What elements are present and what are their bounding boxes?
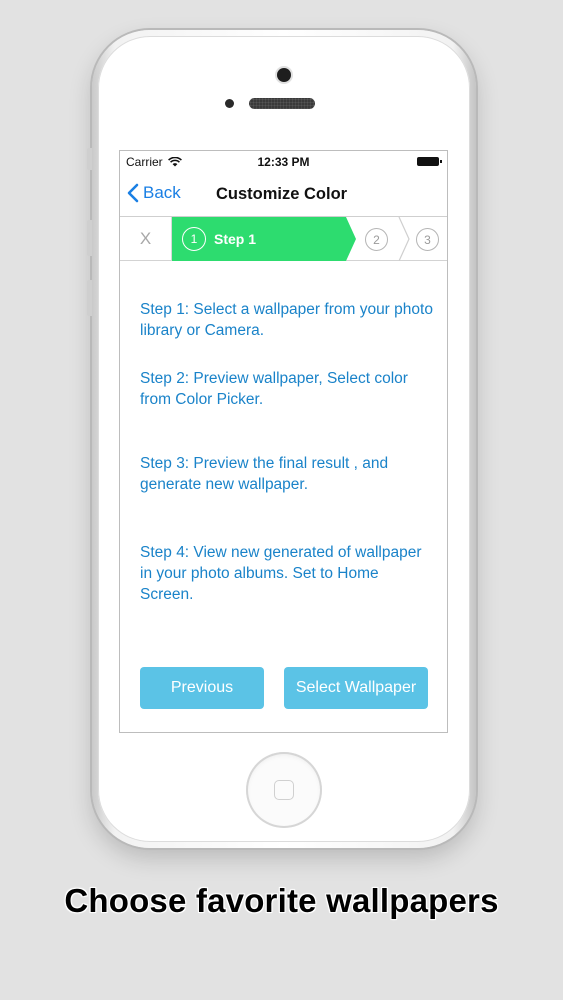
instruction-step-4: Step 4: View new generated of wallpaper … bbox=[140, 544, 422, 603]
app-store-screenshot: Carrier 12:33 PM Back Customize Color X … bbox=[0, 0, 563, 1000]
volume-down-button bbox=[87, 280, 92, 316]
chevron-left-icon bbox=[127, 183, 139, 203]
volume-up-button bbox=[87, 220, 92, 256]
active-step-content: 1 Step 1 bbox=[182, 227, 256, 251]
previous-button[interactable]: Previous bbox=[140, 667, 264, 709]
instruction-step-1: Step 1: Select a wallpaper from your pho… bbox=[140, 301, 433, 339]
home-button bbox=[246, 752, 322, 828]
step-chevron-icon bbox=[398, 217, 410, 261]
home-square-icon bbox=[274, 780, 294, 800]
step-3-indicator[interactable]: 3 bbox=[416, 228, 439, 251]
phone-screen: Carrier 12:33 PM Back Customize Color X … bbox=[119, 150, 448, 733]
instruction-step-2: Step 2: Preview wallpaper, Select color … bbox=[140, 370, 408, 408]
battery-icon bbox=[417, 157, 442, 166]
navigation-bar: Back Customize Color bbox=[120, 172, 447, 217]
status-bar: Carrier 12:33 PM bbox=[120, 151, 447, 172]
select-wallpaper-button[interactable]: Select Wallpaper bbox=[284, 667, 428, 709]
step-indicator: X 1 Step 1 2 3 bbox=[120, 217, 447, 261]
page-title: Customize Color bbox=[216, 185, 348, 203]
step-1-active[interactable]: 1 Step 1 bbox=[172, 217, 356, 261]
step-2-indicator[interactable]: 2 bbox=[365, 228, 388, 251]
front-camera bbox=[277, 68, 291, 82]
back-button[interactable]: Back bbox=[127, 183, 181, 203]
step-1-number: 1 bbox=[182, 227, 206, 251]
instruction-step-3: Step 3: Preview the final result , and g… bbox=[140, 455, 389, 493]
earpiece-speaker bbox=[249, 98, 315, 109]
step-1-label: Step 1 bbox=[214, 231, 257, 247]
close-step-button[interactable]: X bbox=[120, 217, 171, 261]
mute-switch bbox=[87, 148, 92, 170]
promo-caption: Choose favorite wallpapers bbox=[64, 882, 499, 919]
proximity-sensor bbox=[225, 99, 234, 108]
status-time: 12:33 PM bbox=[257, 154, 310, 169]
back-label: Back bbox=[143, 183, 181, 202]
